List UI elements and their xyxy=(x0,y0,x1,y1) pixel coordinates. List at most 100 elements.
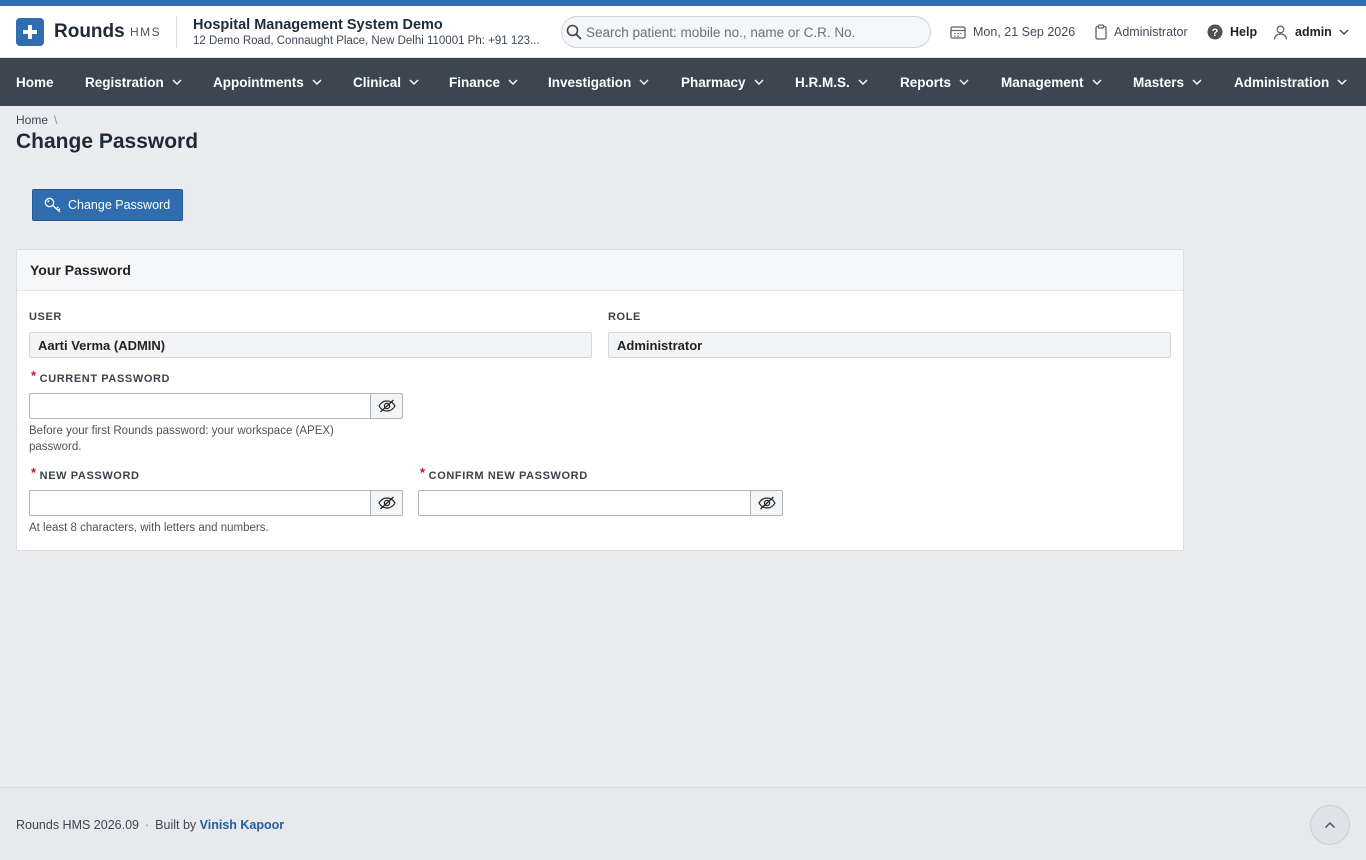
footer-built-by: Built by xyxy=(155,818,197,832)
nav-item-label: Masters xyxy=(1133,74,1185,90)
nav-item-h-r-m-s[interactable]: H.R.M.S. xyxy=(795,58,868,106)
new-password-input[interactable] xyxy=(29,490,371,516)
nav-item-label: Administration xyxy=(1234,74,1330,90)
organization-name: Hospital Management System Demo xyxy=(193,17,443,33)
nav-item-label: Investigation xyxy=(548,74,632,90)
breadcrumb: Home \ xyxy=(16,113,57,127)
new-password-label: * NEW PASSWORD xyxy=(31,465,140,482)
nav-item-pharmacy[interactable]: Pharmacy xyxy=(681,58,764,106)
nav-item-reports[interactable]: Reports xyxy=(900,58,969,106)
eye-slash-icon xyxy=(377,399,396,413)
chevron-down-icon xyxy=(1092,79,1102,85)
header-date: Mon, 21 Sep 2026 xyxy=(950,20,1075,44)
new-password-label-text: NEW PASSWORD xyxy=(39,470,140,482)
footer-author-link[interactable]: Vinish Kapoor xyxy=(200,818,285,832)
role-field: Administrator xyxy=(608,332,1171,358)
current-password-label-text: CURRENT PASSWORD xyxy=(39,373,171,385)
user-label: USER xyxy=(29,311,62,323)
header-date-text: Mon, 21 Sep 2026 xyxy=(973,25,1076,39)
key-icon xyxy=(44,197,61,213)
nav-item-appointments[interactable]: Appointments xyxy=(213,58,322,106)
change-password-button[interactable]: Change Password xyxy=(32,189,183,221)
nav-item-management[interactable]: Management xyxy=(1001,58,1102,106)
user-menu-label: admin xyxy=(1295,25,1332,39)
nav-item-label: Appointments xyxy=(213,74,304,90)
confirm-password-label: * CONFIRM NEW PASSWORD xyxy=(420,465,588,482)
help-link[interactable]: ? Help xyxy=(1207,20,1257,44)
chevron-down-icon xyxy=(172,79,182,85)
header-role-text: Administrator xyxy=(1114,25,1188,39)
required-marker: * xyxy=(31,368,37,383)
chevron-down-icon xyxy=(508,79,518,85)
nav-item-investigation[interactable]: Investigation xyxy=(548,58,649,106)
user-menu[interactable]: admin xyxy=(1273,20,1349,44)
chevron-down-icon xyxy=(409,79,419,85)
chevron-down-icon xyxy=(1337,79,1347,85)
current-password-help: Before your first Rounds password: your … xyxy=(29,425,334,453)
chevron-up-icon xyxy=(1324,821,1336,829)
nav-item-label: Pharmacy xyxy=(681,74,746,90)
patient-search-input[interactable] xyxy=(586,18,924,46)
required-marker: * xyxy=(31,465,37,480)
footer-text: Rounds HMS 2026.09 · Built by Vinish Kapoo… xyxy=(16,818,284,832)
required-marker: * xyxy=(420,465,426,480)
role-label: ROLE xyxy=(608,311,641,323)
page-footer: Rounds HMS 2026.09 · Built by Vinish Kapoo… xyxy=(0,787,1366,860)
nav-item-home[interactable]: Home xyxy=(16,58,54,106)
help-label: Help xyxy=(1230,25,1258,39)
nav-item-masters[interactable]: Masters xyxy=(1133,58,1202,106)
footer-dot: · xyxy=(145,818,150,832)
nav-item-label: Finance xyxy=(449,74,501,90)
nav-item-administration[interactable]: Administration xyxy=(1234,58,1347,106)
current-password-input[interactable] xyxy=(29,393,371,419)
calendar-icon xyxy=(950,26,966,39)
brand-logo[interactable] xyxy=(16,18,44,46)
chevron-down-icon xyxy=(1192,79,1202,85)
page-title: Change Password xyxy=(16,130,199,153)
app-header: Rounds HMS Hospital Management System De… xyxy=(0,6,1366,58)
scroll-to-top-button[interactable] xyxy=(1310,805,1350,845)
organization-address: 12 Demo Road, Connaught Place, New Delhi… xyxy=(193,35,540,47)
toggle-new-password-visibility[interactable] xyxy=(371,490,403,516)
chevron-down-icon xyxy=(639,79,649,85)
chevron-down-icon xyxy=(1339,29,1349,35)
nav-item-clinical[interactable]: Clinical xyxy=(353,58,419,106)
new-password-help: At least 8 characters, with letters and … xyxy=(29,522,269,534)
your-password-panel: Your Password USER Aarti Verma (ADMIN) R… xyxy=(16,249,1184,551)
clipboard-icon xyxy=(1095,24,1107,40)
chevron-down-icon xyxy=(959,79,969,85)
help-icon: ? xyxy=(1207,24,1223,40)
current-password-label: * CURRENT PASSWORD xyxy=(31,368,171,385)
plus-icon xyxy=(23,25,37,39)
nav-item-finance[interactable]: Finance xyxy=(449,58,518,106)
user-field: Aarti Verma (ADMIN) xyxy=(29,332,592,358)
footer-version: Rounds HMS 2026.09 xyxy=(16,818,139,832)
user-icon xyxy=(1273,25,1288,40)
search-icon xyxy=(566,24,582,40)
brand-name[interactable]: Rounds xyxy=(54,21,125,43)
svg-text:?: ? xyxy=(1212,27,1219,39)
header-divider xyxy=(176,16,177,48)
chevron-down-icon xyxy=(312,79,322,85)
nav-item-label: H.R.M.S. xyxy=(795,74,850,90)
change-password-button-label: Change Password xyxy=(68,198,171,212)
toggle-confirm-password-visibility[interactable] xyxy=(751,490,783,516)
breadcrumb-separator: \ xyxy=(54,113,58,127)
chevron-down-icon xyxy=(754,79,764,85)
nav-item-label: Clinical xyxy=(353,74,402,90)
nav-item-label: Registration xyxy=(85,74,164,90)
breadcrumb-home[interactable]: Home xyxy=(16,113,48,127)
nav-item-registration[interactable]: Registration xyxy=(85,58,182,106)
panel-title: Your Password xyxy=(17,250,1183,291)
eye-slash-icon xyxy=(377,496,396,510)
eye-slash-icon xyxy=(757,496,776,510)
brand-sub: HMS xyxy=(130,25,162,39)
header-role: Administrator xyxy=(1095,20,1188,44)
nav-item-label: Home xyxy=(16,74,54,90)
nav-item-label: Reports xyxy=(900,74,952,90)
confirm-password-input[interactable] xyxy=(418,490,751,516)
toggle-current-password-visibility[interactable] xyxy=(371,393,403,419)
chevron-down-icon xyxy=(858,79,868,85)
main-navigation: Home Registration Appointments Clinical Fina… xyxy=(0,58,1366,106)
confirm-password-label-text: CONFIRM NEW PASSWORD xyxy=(428,470,588,482)
